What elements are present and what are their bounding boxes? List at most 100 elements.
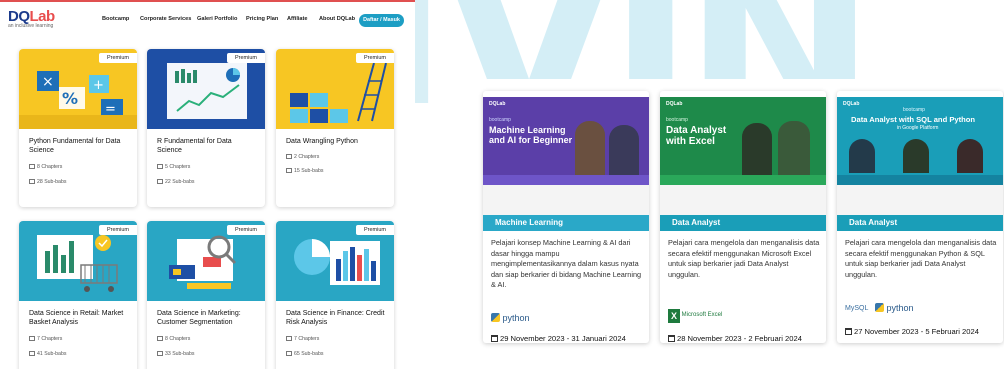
banner-features-strip <box>660 185 826 215</box>
nav-corporate-services[interactable]: Corporate Services <box>140 16 191 22</box>
logo-tagline: an inclusive learning <box>8 23 54 29</box>
category-label: Data Analyst <box>660 215 826 231</box>
course-thumbnail: × % + = Premium <box>19 49 137 129</box>
course-thumbnail: Premium <box>276 49 394 129</box>
course-card[interactable]: Premium Data Science in Marketing: Custo… <box>147 221 265 369</box>
banner-schedule-strip <box>660 175 826 185</box>
banner-features-strip <box>837 185 1003 215</box>
subbab-icon <box>286 351 292 356</box>
excel-icon: X <box>668 309 680 323</box>
chapters-text: 2 Chapters <box>294 154 320 160</box>
chapters-icon <box>29 164 35 169</box>
tool-name: python <box>502 313 530 323</box>
nav-about-dqlab[interactable]: About DQLab <box>319 16 355 22</box>
calendar-icon <box>491 335 498 342</box>
category-label: Data Analyst <box>837 215 1003 231</box>
chapters-text: 8 Chapters <box>165 336 191 342</box>
premium-badge: Premium <box>356 225 394 235</box>
banner-title-line2: in Google Platform <box>897 125 939 131</box>
subbab-count: 15 Sub-babs <box>286 168 323 174</box>
bootcamp-card[interactable]: DQLab bootcamp Machine Learning and AI f… <box>483 91 649 343</box>
register-login-button[interactable]: Daftar / Masuk <box>359 14 404 27</box>
chapters-icon <box>157 336 163 341</box>
date-text: 28 November 2023 - 2 Februari 2024 <box>677 334 802 343</box>
svg-text:%: % <box>62 89 78 108</box>
course-card[interactable]: Premium Data Wrangling Python 2 Chapters… <box>276 49 394 207</box>
mentor-photo <box>609 125 639 175</box>
banner-title-line1: Data Analyst with SQL and Python <box>851 115 976 124</box>
subbab-text: 33 Sub-babs <box>165 351 195 357</box>
calendar-icon <box>668 335 675 342</box>
bootcamp-card[interactable]: DQLab bootcamp Data Analyst with SQL and… <box>837 91 1003 343</box>
python-icon <box>491 313 500 322</box>
chapters-text: 7 Chapters <box>37 336 63 342</box>
chapters-count: 5 Chapters <box>157 164 190 170</box>
python-logo: python <box>491 313 530 323</box>
banner-title-line1: Data Analyst <box>666 125 727 136</box>
banner-kicker: bootcamp <box>489 117 511 123</box>
subbab-count: 41 Sub-babs <box>29 351 66 357</box>
bootcamp-card[interactable]: DQLab bootcamp Data Analyst with Excel D… <box>660 91 826 343</box>
chapters-count: 7 Chapters <box>29 336 62 342</box>
subbab-text: 22 Sub-babs <box>165 179 195 185</box>
calendar-icon <box>845 328 852 335</box>
tool-name: python <box>886 303 914 313</box>
subbab-icon <box>29 179 35 184</box>
bootcamp-banner: DQLab bootcamp Machine Learning and AI f… <box>483 97 649 215</box>
banner-kicker: bootcamp <box>903 107 925 113</box>
banner-schedule-strip <box>837 175 1003 185</box>
banner-title-line1: Machine Learning <box>489 125 566 135</box>
svg-text:=: = <box>105 102 116 117</box>
premium-badge: Premium <box>99 225 137 235</box>
nav-galeri-portfolio[interactable]: Galeri Portfolio <box>197 16 237 22</box>
subbab-icon <box>157 179 163 184</box>
nav-bootcamp[interactable]: Bootcamp <box>102 16 129 22</box>
bootcamp-banner: DQLab bootcamp Data Analyst with Excel <box>660 97 826 215</box>
subbab-count: 22 Sub-babs <box>157 179 194 185</box>
chapters-text: 5 Chapters <box>165 164 191 170</box>
course-catalog-panel: DQLab an inclusive learning Bootcamp Cor… <box>0 0 415 369</box>
bootcamp-date: 27 November 2023 - 5 Februari 2024 <box>845 327 979 336</box>
course-thumbnail: Premium <box>19 221 137 301</box>
tool-name: Microsoft Excel <box>681 312 723 318</box>
bootcamp-panel: DQLab bootcamp Machine Learning and AI f… <box>466 79 1004 369</box>
nav-affiliate[interactable]: Affiliate <box>287 16 308 22</box>
chapters-text: 8 Chapters <box>37 164 63 170</box>
chapters-count: 8 Chapters <box>157 336 190 342</box>
mentor-photo <box>903 139 929 173</box>
banner-brand: DQLab <box>843 101 860 107</box>
tool-name: MySQL <box>845 305 869 312</box>
course-card[interactable]: Premium Data Science in Finance: Credit … <box>276 221 394 369</box>
chapters-icon <box>286 336 292 341</box>
course-card[interactable]: Premium R Fundamental for Data Science 5… <box>147 49 265 207</box>
mentor-photo <box>957 139 983 173</box>
chapters-icon <box>157 164 163 169</box>
bootcamp-description: Pelajari cara mengelola dan menganalisis… <box>668 238 820 279</box>
course-title: Data Science in Retail: Market Basket An… <box>29 310 124 326</box>
subbab-text: 65 Sub-babs <box>294 351 324 357</box>
bootcamp-date: 28 November 2023 - 2 Februari 2024 <box>668 334 802 343</box>
dqlab-logo[interactable]: DQLab an inclusive learning <box>8 8 55 29</box>
bootcamp-date: 29 November 2023 - 31 Januari 2024 <box>491 334 626 343</box>
subbab-count: 28 Sub-babs <box>29 179 66 185</box>
course-card[interactable]: Premium Data Science in Retail: Market B… <box>19 221 137 369</box>
course-title: Data Wrangling Python <box>286 138 358 145</box>
course-title: R Fundamental for Data Science <box>157 138 232 154</box>
course-card[interactable]: × % + = Premium Python Fundamental for D… <box>19 49 137 207</box>
mentor-photo <box>778 121 810 175</box>
banner-features-strip <box>483 185 649 215</box>
subbab-icon <box>157 351 163 356</box>
bootcamp-description: Pelajari cara mengelola dan menganalisis… <box>845 238 997 279</box>
composite-screenshot: VIN UN DQLab an inclusive learning Bootc… <box>0 0 1004 369</box>
course-thumbnail: Premium <box>147 49 265 129</box>
mentor-photo <box>575 121 605 175</box>
banner-brand: DQLab <box>666 101 683 107</box>
premium-badge: Premium <box>227 225 265 235</box>
chapters-icon <box>286 154 292 159</box>
banner-brand: DQLab <box>489 101 506 107</box>
premium-badge: Premium <box>356 53 394 63</box>
nav-pricing-plan[interactable]: Pricing Plan <box>246 16 278 22</box>
bootcamp-description: Pelajari konsep Machine Learning & AI da… <box>491 238 642 290</box>
chapters-icon <box>29 336 35 341</box>
python-icon <box>875 303 884 312</box>
